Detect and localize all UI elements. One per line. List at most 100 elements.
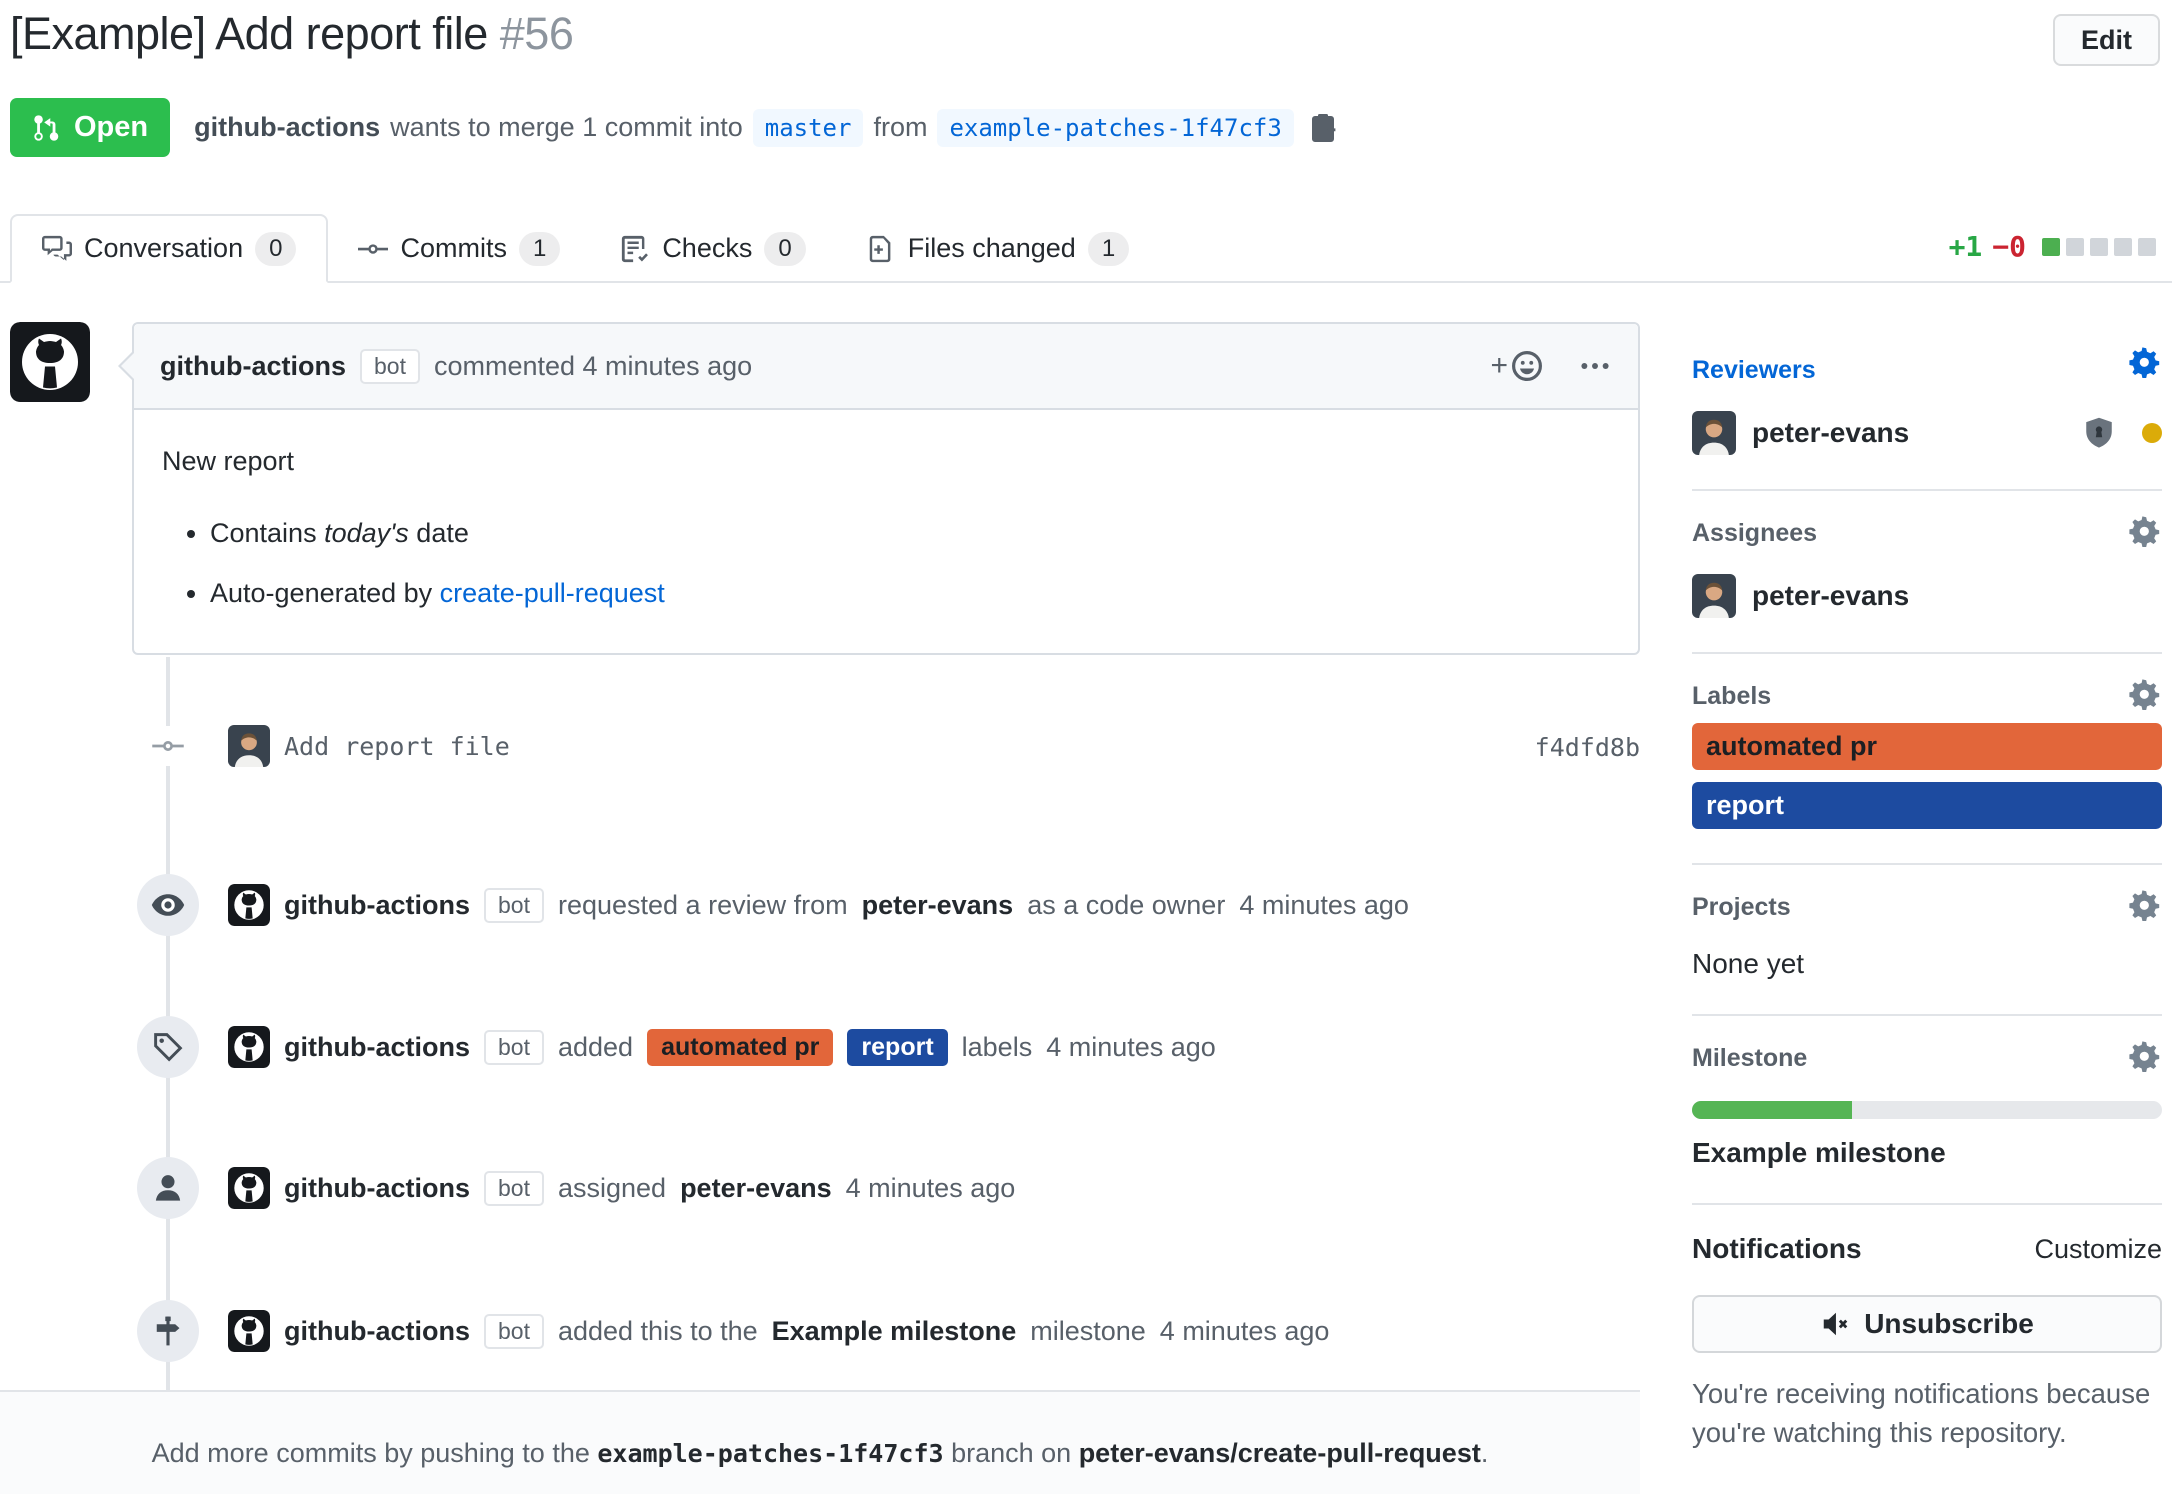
- labels-title[interactable]: Labels: [1692, 682, 2162, 711]
- reviewers-title[interactable]: Reviewers: [1692, 356, 2162, 385]
- event-actor[interactable]: github-actions: [284, 1032, 470, 1063]
- base-branch-chip[interactable]: master: [753, 109, 864, 147]
- conversation-icon: [42, 234, 72, 264]
- reviewer-avatar[interactable]: [1692, 411, 1736, 455]
- head-branch-chip[interactable]: example-patches-1f47cf3: [937, 109, 1293, 147]
- tab-commits-count: 1: [519, 232, 560, 266]
- pr-author[interactable]: github-actions: [194, 112, 380, 143]
- pr-tabs: Conversation 0 Commits 1 Checks 0: [10, 214, 1159, 283]
- assignee-name[interactable]: peter-evans: [1752, 580, 1909, 612]
- milestone-name[interactable]: Example milestone: [1692, 1137, 2162, 1169]
- assignee-name[interactable]: peter-evans: [680, 1173, 832, 1204]
- edit-button[interactable]: Edit: [2053, 14, 2160, 66]
- projects-empty-text: None yet: [1692, 948, 2162, 980]
- actor-avatar[interactable]: [228, 1310, 270, 1352]
- reviewer-name[interactable]: peter-evans: [862, 890, 1014, 921]
- tab-commits[interactable]: Commits 1: [328, 214, 590, 283]
- projects-section: Projects None yet: [1692, 865, 2162, 1016]
- pr-meta-row: Open github-actions wants to merge 1 com…: [10, 98, 1340, 157]
- unsubscribe-button[interactable]: Unsubscribe: [1692, 1295, 2162, 1353]
- commit-sha[interactable]: f4dfd8b: [1535, 733, 1640, 762]
- person-icon: [137, 1157, 199, 1219]
- reviewer-status-icons: [2082, 416, 2162, 450]
- diff-block-neutral: [2066, 238, 2084, 256]
- commits-icon: [358, 234, 388, 264]
- tab-checks-label: Checks: [662, 233, 752, 264]
- tab-conversation[interactable]: Conversation 0: [10, 214, 328, 283]
- milestone-gear-icon[interactable]: [2128, 1040, 2160, 1072]
- milestone-name-inline[interactable]: Example milestone: [772, 1316, 1017, 1347]
- assignees-title[interactable]: Assignees: [1692, 519, 2162, 548]
- comment-meta[interactable]: commented 4 minutes ago: [434, 351, 752, 382]
- reviewer-name[interactable]: peter-evans: [1752, 417, 1909, 449]
- sidebar-label-report[interactable]: report: [1692, 782, 2162, 829]
- tab-files-changed[interactable]: Files changed 1: [836, 214, 1159, 283]
- unsubscribe-label: Unsubscribe: [1864, 1308, 2034, 1340]
- event-time[interactable]: 4 minutes ago: [1239, 890, 1409, 921]
- milestone-title[interactable]: Milestone: [1692, 1044, 2162, 1073]
- from-text: from: [873, 112, 927, 143]
- labels-section: Labels automated pr report: [1692, 654, 2162, 865]
- footer-branch-name: example-patches-1f47cf3: [597, 1439, 943, 1468]
- actor-avatar[interactable]: [228, 1026, 270, 1068]
- actor-avatar[interactable]: [228, 884, 270, 926]
- create-pull-request-link[interactable]: create-pull-request: [440, 578, 665, 608]
- kebab-menu-icon[interactable]: [1578, 349, 1612, 383]
- tab-files-changed-count: 1: [1088, 232, 1129, 266]
- diffstat: +1 −0: [1949, 230, 2156, 263]
- actor-avatar[interactable]: [228, 1167, 270, 1209]
- bot-badge: bot: [484, 1030, 544, 1065]
- shield-lock-icon: [2082, 416, 2116, 450]
- event-milestoned: github-actions bot added this to the Exa…: [228, 1300, 1329, 1362]
- commit-row[interactable]: Add report file: [228, 715, 510, 777]
- merge-sentence: github-actions wants to merge 1 commit i…: [194, 109, 1340, 147]
- commit-author-avatar[interactable]: [228, 725, 270, 767]
- labels-gear-icon[interactable]: [2128, 678, 2160, 710]
- github-actions-avatar[interactable]: [10, 322, 90, 402]
- pending-review-dot: [2142, 423, 2162, 443]
- milestone-progress-bar: [1692, 1101, 2162, 1119]
- notifications-section: Notifications Customize Unsubscribe You'…: [1692, 1205, 2162, 1486]
- bot-badge: bot: [484, 1314, 544, 1349]
- deletions-count: −0: [1992, 230, 2026, 263]
- tab-checks[interactable]: Checks 0: [590, 214, 835, 283]
- event-labels-added: github-actions bot added automated pr re…: [228, 1016, 1216, 1078]
- event-review-requested: github-actions bot requested a review fr…: [228, 874, 1409, 936]
- event-actor[interactable]: github-actions: [284, 1316, 470, 1347]
- diff-block-added: [2042, 238, 2060, 256]
- comment-header: github-actions bot commented 4 minutes a…: [134, 324, 1638, 410]
- projects-gear-icon[interactable]: [2128, 889, 2160, 921]
- event-time[interactable]: 4 minutes ago: [846, 1173, 1016, 1204]
- event-time[interactable]: 4 minutes ago: [1046, 1032, 1216, 1063]
- reviewer-row: peter-evans: [1692, 411, 2162, 455]
- file-diff-icon: [866, 234, 896, 264]
- reviewers-section: Reviewers peter-evans: [1692, 322, 2162, 491]
- assignee-avatar[interactable]: [1692, 574, 1736, 618]
- notifications-title: Notifications: [1692, 1233, 1862, 1265]
- projects-title[interactable]: Projects: [1692, 893, 2162, 922]
- merge-text: wants to merge 1 commit into: [390, 112, 743, 143]
- commit-icon: [138, 726, 198, 766]
- event-actor[interactable]: github-actions: [284, 890, 470, 921]
- event-assigned: github-actions bot assigned peter-evans …: [228, 1157, 1015, 1219]
- milestone-section: Milestone Example milestone: [1692, 1016, 2162, 1205]
- notifications-note: You're receiving notifications because y…: [1692, 1375, 2162, 1452]
- assignees-section: Assignees peter-evans: [1692, 491, 2162, 654]
- label-chip-report[interactable]: report: [847, 1029, 947, 1066]
- footer-repo-name: peter-evans/create-pull-request: [1079, 1438, 1481, 1468]
- reviewers-gear-icon[interactable]: [2128, 346, 2160, 378]
- event-actor[interactable]: github-actions: [284, 1173, 470, 1204]
- sidebar-label-automated-pr[interactable]: automated pr: [1692, 723, 2162, 770]
- additions-count: +1: [1949, 230, 1983, 263]
- label-chip-automated-pr[interactable]: automated pr: [647, 1029, 833, 1066]
- page-title: [Example] Add report file #56: [10, 8, 573, 60]
- add-reaction-button[interactable]: +: [1490, 349, 1544, 383]
- assignees-gear-icon[interactable]: [2128, 515, 2160, 547]
- comment-author[interactable]: github-actions: [160, 351, 346, 382]
- commit-message[interactable]: Add report file: [284, 732, 510, 761]
- customize-link[interactable]: Customize: [2034, 1234, 2162, 1265]
- comment-bullet-1: Contains today's date: [210, 517, 1610, 551]
- copy-branch-icon[interactable]: [1308, 112, 1340, 144]
- event-time[interactable]: 4 minutes ago: [1160, 1316, 1330, 1347]
- pull-request-icon: [32, 113, 62, 143]
